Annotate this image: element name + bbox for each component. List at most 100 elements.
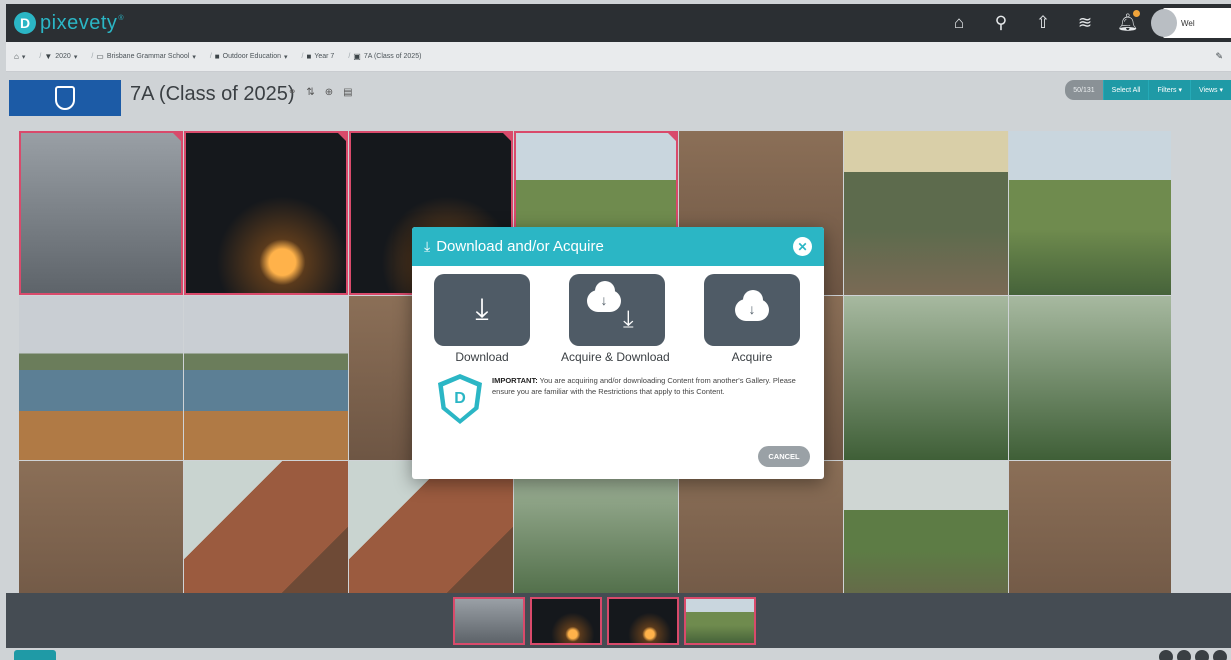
separator: / bbox=[348, 53, 351, 60]
selected-thumbnail[interactable] bbox=[684, 597, 756, 645]
app-logo[interactable]: D pixevety ® bbox=[14, 12, 124, 35]
selection-strip bbox=[6, 593, 1231, 648]
notification-badge bbox=[1133, 10, 1140, 17]
dialog-header: ⤓ Download and/or Acquire bbox=[412, 227, 824, 266]
trademark: ® bbox=[118, 14, 124, 22]
separator: / bbox=[39, 53, 42, 60]
search-icon[interactable]: ⚲ bbox=[991, 13, 1011, 33]
notice-text: IMPORTANT: You are acquiring and/or down… bbox=[492, 374, 798, 424]
photo-tile[interactable] bbox=[1009, 131, 1171, 295]
selection-count: 50/131 bbox=[1065, 80, 1103, 100]
selected-thumbnails bbox=[453, 597, 756, 645]
option-label: Download bbox=[455, 350, 509, 364]
bottom-tab[interactable] bbox=[14, 650, 56, 660]
photo-tile[interactable] bbox=[184, 461, 348, 593]
link-icon[interactable]: ⚭ bbox=[288, 87, 296, 98]
action-button[interactable] bbox=[1195, 650, 1209, 660]
chevron-down-icon: ▾ bbox=[284, 53, 288, 61]
user-menu[interactable]: Wel bbox=[1151, 8, 1231, 38]
photo-tile[interactable] bbox=[514, 461, 678, 593]
important-notice: D IMPORTANT: You are acquiring and/or do… bbox=[438, 374, 798, 424]
pin-icon[interactable]: ✎ bbox=[1215, 51, 1223, 62]
photo-tile[interactable] bbox=[19, 296, 183, 460]
breadcrumb-outdoor-education[interactable]: / ■ Outdoor Education ▾ bbox=[204, 52, 288, 61]
breadcrumb-label: 2020 bbox=[55, 53, 71, 60]
upload-icon[interactable]: ⇧ bbox=[1033, 13, 1053, 33]
shield-icon: D bbox=[438, 374, 482, 424]
acquire-option[interactable]: ↓ Acquire bbox=[704, 274, 800, 364]
download-option[interactable]: ⤓ Download bbox=[434, 274, 530, 364]
breadcrumb: ⌂ ▾ / ▼ 2020 ▾ / ▭ Brisbane Grammar Scho… bbox=[6, 42, 1231, 72]
acquire-download-button[interactable]: ↓ ⤓ bbox=[569, 274, 665, 346]
download-icon: ⤓ bbox=[475, 293, 489, 326]
breadcrumb-gallery[interactable]: / ▣ 7A (Class of 2025) bbox=[342, 52, 421, 61]
app-header: D pixevety ® ⌂ ⚲ ⇧ ≋ 🔔︎ Wel bbox=[6, 4, 1231, 42]
selected-thumbnail[interactable] bbox=[607, 597, 679, 645]
download-icon: ⤓ bbox=[424, 238, 431, 254]
info-icon[interactable]: ▤ bbox=[343, 87, 352, 98]
breadcrumb-home[interactable]: ⌂ ▾ bbox=[14, 52, 25, 61]
avatar bbox=[1151, 9, 1177, 37]
photo-tile[interactable] bbox=[1009, 461, 1171, 593]
photo-tile[interactable] bbox=[19, 461, 183, 593]
download-icon: ⤓ bbox=[623, 306, 634, 333]
cloud-upload-icon: ↓ bbox=[735, 290, 769, 321]
gallery-icon: ▣ bbox=[353, 52, 361, 61]
gallery-header: 7A (Class of 2025) ⚭ ⇅ ⊕ ▤ 50/131 Select… bbox=[6, 72, 1231, 124]
chevron-down-icon: ▾ bbox=[73, 53, 78, 61]
photo-tile[interactable] bbox=[184, 131, 348, 295]
download-button[interactable]: ⤓ bbox=[434, 274, 530, 346]
option-label: Acquire bbox=[731, 350, 773, 364]
cancel-button[interactable]: CANCEL bbox=[758, 446, 810, 467]
layers-icon[interactable]: ≋ bbox=[1075, 13, 1095, 33]
photo-tile[interactable] bbox=[844, 296, 1008, 460]
breadcrumb-year[interactable]: / ▼ 2020 ▾ bbox=[33, 52, 77, 61]
close-icon[interactable]: ✕ bbox=[793, 237, 812, 256]
zoom-icon[interactable]: ⊕ bbox=[325, 87, 333, 98]
selection-toolbar: 50/131 Select All Filters ▾ Views ▾ bbox=[1065, 80, 1231, 100]
title-tools: ⚭ ⇅ ⊕ ▤ bbox=[288, 87, 353, 98]
notice-label: IMPORTANT: bbox=[492, 376, 538, 385]
filters-button[interactable]: Filters ▾ bbox=[1148, 80, 1190, 100]
folder-icon: ■ bbox=[214, 52, 220, 61]
chevron-down-icon: ▾ bbox=[192, 53, 196, 61]
home-icon: ⌂ bbox=[14, 52, 19, 61]
breadcrumb-school[interactable]: / ▭ Brisbane Grammar School ▾ bbox=[85, 52, 196, 61]
dialog-title: Download and/or Acquire bbox=[436, 238, 604, 255]
photo-tile[interactable] bbox=[1009, 296, 1171, 460]
bell-icon[interactable]: 🔔︎ bbox=[1117, 10, 1140, 33]
acquire-download-option[interactable]: ↓ ⤓ Acquire & Download bbox=[561, 274, 670, 364]
photo-tile[interactable] bbox=[349, 461, 513, 593]
separator: / bbox=[91, 53, 94, 60]
user-name: Wel bbox=[1181, 18, 1195, 28]
photo-tile[interactable] bbox=[844, 461, 1008, 593]
views-button[interactable]: Views ▾ bbox=[1189, 80, 1231, 100]
cloud-download-icon: ↓ bbox=[587, 281, 621, 312]
logo-icon: D bbox=[14, 12, 36, 34]
action-button[interactable] bbox=[1159, 650, 1173, 660]
notice-body: You are acquiring and/or downloading Con… bbox=[492, 376, 796, 396]
photo-tile[interactable] bbox=[679, 461, 843, 593]
action-button[interactable] bbox=[1177, 650, 1191, 660]
bottom-actions bbox=[1159, 650, 1227, 660]
selected-thumbnail[interactable] bbox=[453, 597, 525, 645]
action-button[interactable] bbox=[1213, 650, 1227, 660]
photo-tile[interactable] bbox=[184, 296, 348, 460]
breadcrumb-label: Year 7 bbox=[314, 53, 335, 60]
filter-icon: ▼ bbox=[44, 52, 53, 61]
selected-thumbnail[interactable] bbox=[530, 597, 602, 645]
sort-icon[interactable]: ⇅ bbox=[306, 87, 314, 98]
shield-logo: D bbox=[443, 379, 477, 419]
chevron-down-icon: ▾ bbox=[21, 53, 26, 61]
school-logo bbox=[9, 80, 121, 116]
photo-tile[interactable] bbox=[844, 131, 1008, 295]
home-icon[interactable]: ⌂ bbox=[949, 13, 969, 33]
acquire-button[interactable]: ↓ bbox=[704, 274, 800, 346]
download-acquire-dialog: ⤓ Download and/or Acquire ✕ ⤓ Download ↓… bbox=[412, 227, 824, 479]
select-all-button[interactable]: Select All bbox=[1102, 80, 1149, 100]
bottom-bar bbox=[6, 648, 1231, 660]
brand-name: pixevety bbox=[40, 11, 118, 34]
breadcrumb-label: 7A (Class of 2025) bbox=[363, 53, 422, 60]
photo-tile[interactable] bbox=[19, 131, 183, 295]
breadcrumb-year-7[interactable]: / ■ Year 7 bbox=[296, 52, 335, 61]
